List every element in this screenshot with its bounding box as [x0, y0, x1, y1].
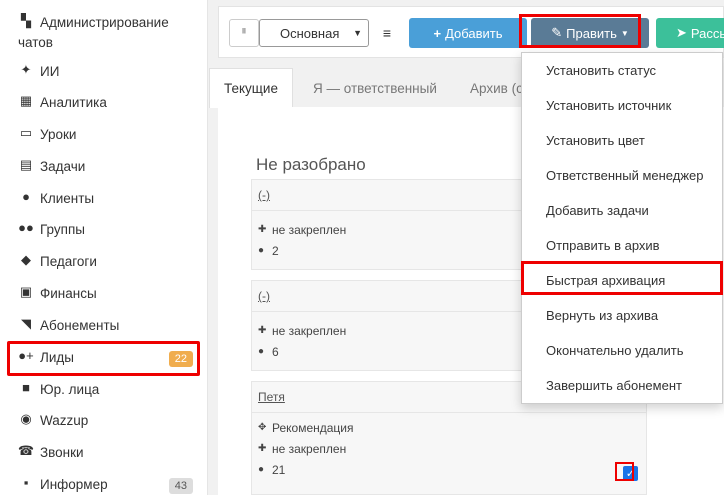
briefcase-icon: ■	[22, 380, 30, 395]
menu-item-restore-from-archive[interactable]: Вернуть из архива	[522, 298, 722, 333]
sidebar-item-teachers[interactable]: ◆ Педагоги	[18, 252, 97, 272]
quick-archive-highlight	[521, 261, 723, 295]
menu-item-end-subscription[interactable]: Завершить абонемент	[522, 368, 722, 403]
pin-icon: ✚	[258, 325, 267, 336]
sidebar-item-legal[interactable]: ■ Юр. лица	[18, 380, 99, 400]
menu-item-set-color[interactable]: Установить цвет	[522, 123, 722, 158]
filter-icon-button[interactable]: ᴵᴵ	[229, 19, 259, 47]
sidebar-item-label: ИИ	[40, 64, 60, 79]
phone-icon: ☎	[17, 443, 35, 458]
user-icon: ●	[22, 189, 30, 204]
map-icon: ▦	[19, 93, 33, 108]
sidebar-item-label: Клиенты	[40, 191, 95, 206]
sidebar-item-groups[interactable]: ●● Группы	[18, 220, 85, 240]
plus-icon: +	[433, 25, 442, 41]
sidebar-item-wazzup[interactable]: ◉ Wazzup	[18, 411, 88, 431]
tab-label: Архив (с	[470, 80, 523, 96]
tab-current[interactable]: Текущие	[209, 68, 293, 108]
send-button[interactable]: ➤ Рассыл	[656, 18, 724, 48]
graduation-cap-icon: ◆	[21, 252, 31, 267]
menu-item-responsible-manager[interactable]: Ответственный менеджер	[522, 158, 722, 193]
sidebar-item-label: Педагоги	[40, 254, 97, 269]
comment-icon: ●	[258, 245, 265, 256]
menu-item-set-status[interactable]: Установить статус	[522, 53, 722, 88]
pin-icon: ✚	[258, 224, 267, 235]
sidebar-item-calls[interactable]: ☎ Звонки	[18, 443, 84, 463]
add-button[interactable]: + Добавить	[409, 18, 527, 48]
sidebar-item-label: чатов	[18, 35, 53, 50]
sidebar-item-ai[interactable]: ✦ ИИ	[18, 62, 60, 82]
sidebar-item-subscriptions[interactable]: ◥ Абонементы	[18, 316, 119, 336]
send-button-label: Рассыл	[690, 25, 724, 41]
sidebar-item-label: Абонементы	[40, 318, 120, 333]
pin-status: не закреплен	[272, 222, 347, 237]
toolbar: ᴵᴵ Основная ▼ ≡ + Добавить ✎ Править ▼ ➤…	[218, 6, 724, 58]
edit-button-highlight	[519, 14, 641, 48]
edit-dropdown-menu: Установить статус Установить источник Ус…	[521, 52, 723, 404]
comment-count: 21	[272, 462, 286, 477]
sidebar-item-label: Информер	[40, 477, 108, 492]
add-button-label: Добавить	[445, 25, 503, 41]
menu-item-send-to-archive[interactable]: Отправить в архив	[522, 228, 722, 263]
sidebar: ▚ Администрирование чатов ✦ ИИ ▦ Аналитик…	[0, 0, 208, 495]
menu-item-add-tasks[interactable]: Добавить задачи	[522, 193, 722, 228]
sidebar-item-clients[interactable]: ● Клиенты	[18, 189, 94, 209]
leads-highlight	[7, 341, 200, 376]
sidebar-item-finance[interactable]: ▣ Финансы	[18, 284, 97, 304]
sidebar-item-lessons[interactable]: ▭ Уроки	[18, 125, 77, 145]
sidebar-item-label: Администрирование	[40, 15, 169, 30]
sidebar-item-tasks[interactable]: ▤ Задачи	[18, 157, 85, 177]
info-icon: ▪	[23, 475, 29, 490]
comment-icon: ●	[258, 464, 265, 475]
checkbox-highlight	[615, 462, 634, 481]
tab-label: Я — ответственный	[313, 80, 437, 96]
menu-item-set-source[interactable]: Установить источник	[522, 88, 722, 123]
whatsapp-icon: ◉	[20, 411, 32, 426]
column-title: Не разобрано	[256, 155, 366, 174]
pin-icon: ✚	[258, 443, 267, 454]
tab-archive[interactable]: Архив (с	[470, 68, 523, 108]
lead-source: Рекомендация	[272, 420, 354, 435]
book-icon: ▭	[19, 125, 33, 140]
sidebar-item-informer[interactable]: ▪ Информер	[18, 475, 108, 495]
pipeline-select[interactable]: Основная ▼	[259, 19, 369, 47]
money-icon: ▣	[19, 284, 33, 299]
comment-icon: ●	[258, 346, 265, 357]
sidebar-item-label: Wazzup	[40, 413, 89, 428]
paper-plane-icon: ➤	[676, 25, 687, 40]
tag-icon: ◥	[21, 316, 31, 331]
sidebar-item-label: Задачи	[40, 159, 86, 174]
menu-item-delete-permanently[interactable]: Окончательно удалить	[522, 333, 722, 368]
comment-count: 6	[272, 344, 279, 359]
users-icon: ●●	[18, 220, 34, 235]
tab-label: Текущие	[224, 81, 278, 96]
comment-count: 2	[272, 243, 279, 258]
sidebar-item-label: Финансы	[40, 286, 97, 301]
hamburger-icon: ≡	[382, 25, 392, 41]
sparkle-icon: ✦	[20, 62, 32, 77]
menu-button[interactable]: ≡	[375, 19, 399, 47]
sidebar-item-label: Юр. лица	[40, 382, 100, 397]
sidebar-item-label: Аналитика	[40, 95, 107, 110]
filter-icon: ᴵᴵ	[242, 27, 246, 39]
sidebar-item-label: Звонки	[40, 445, 84, 460]
chevron-down-icon: ▼	[353, 28, 362, 38]
chat-icon: ▚	[21, 13, 31, 28]
sidebar-item-analytics[interactable]: ▦ Аналитика	[18, 93, 107, 113]
sidebar-item-label: Уроки	[40, 127, 77, 142]
sidebar-item-chat-admin[interactable]: ▚ Администрирование чатов	[18, 13, 169, 53]
pin-status: не закреплен	[272, 323, 347, 338]
pipeline-select-value: Основная	[280, 25, 340, 41]
clipboard-icon: ▤	[19, 157, 33, 172]
informer-count-badge: 43	[168, 478, 193, 494]
source-icon: ✥	[258, 422, 267, 433]
sidebar-item-label: Группы	[40, 222, 85, 237]
tab-responsible[interactable]: Я — ответственный	[313, 68, 437, 108]
pin-status: не закреплен	[272, 441, 347, 456]
